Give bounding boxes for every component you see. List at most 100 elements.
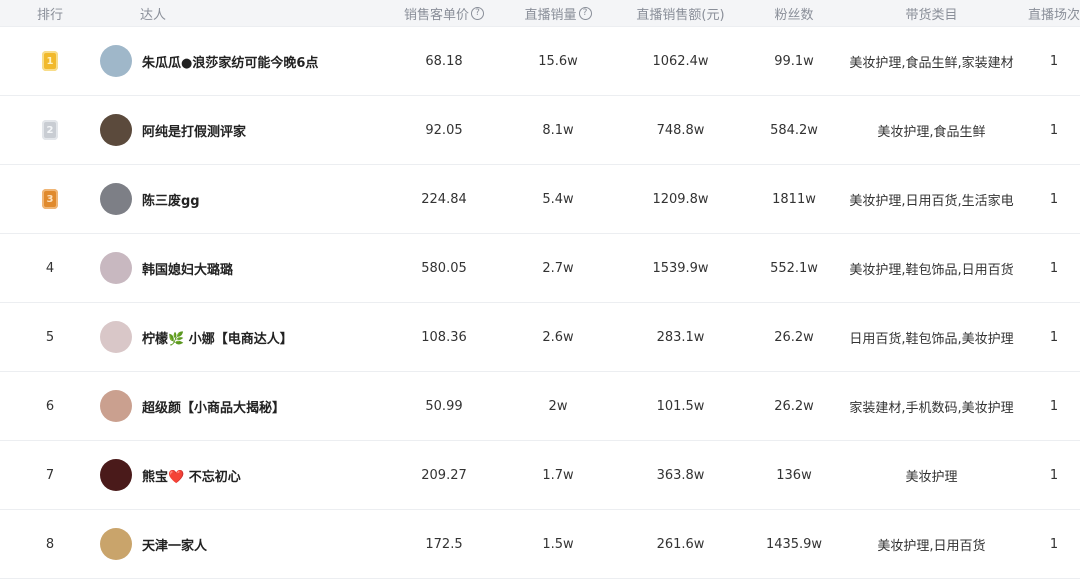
sessions-value: 1 — [1049, 398, 1059, 414]
table-row[interactable]: 1 朱瓜瓜●浪莎家纺可能今晚6点 68.18 15.6w 1062.4w 99.… — [0, 27, 1080, 96]
table-header: 排行 达人 销售客单价 ? 直播销量 ? 直播销售额(元) 粉丝数 带货类目 直… — [0, 0, 1080, 27]
rank-cell: 5 — [0, 330, 100, 345]
live-amount-value: 283.1w — [656, 329, 705, 345]
avatar[interactable] — [100, 45, 132, 77]
streamer-name[interactable]: 朱瓜瓜●浪莎家纺可能今晚6点 — [142, 52, 318, 71]
rank-number: 4 — [45, 260, 55, 276]
header-rank[interactable]: 排行 — [0, 4, 100, 23]
unit-price-value: 209.27 — [421, 467, 467, 483]
unit-price-value: 172.5 — [425, 536, 463, 552]
live-volume-value: 8.1w — [542, 122, 574, 138]
live-volume-value: 15.6w — [538, 53, 578, 69]
sessions-value: 1 — [1049, 122, 1059, 138]
header-category: 带货类目 — [905, 7, 958, 23]
fans-value: 1435.9w — [765, 536, 823, 552]
live-amount-value: 1539.9w — [652, 260, 709, 276]
streamer-name[interactable]: 天津一家人 — [142, 535, 207, 554]
streamer-name[interactable]: 柠檬🌿 小娜【电商达人】 — [142, 328, 293, 347]
table-row[interactable]: 4 韩国媳妇大璐璐 580.05 2.7w 1539.9w 552.1w 美妆护… — [0, 234, 1080, 303]
header-unit-price[interactable]: 销售客单价 ? — [380, 4, 508, 23]
rank-number: 6 — [45, 398, 55, 414]
rank-cell: 3 — [0, 189, 100, 209]
rank-cell: 2 — [0, 120, 100, 140]
streamer-cell[interactable]: 超级颜【小商品大揭秘】 — [100, 390, 380, 422]
header-live-volume[interactable]: 直播销量 ? — [508, 4, 608, 23]
category-value: 美妆护理,食品生鲜,家装建材 — [849, 55, 1014, 71]
header-live-volume-label: 直播销量 — [524, 7, 577, 23]
category-value: 美妆护理,日用百货 — [877, 538, 986, 554]
live-volume-value: 5.4w — [542, 191, 574, 207]
rank-medal-icon: 2 — [42, 120, 58, 140]
live-amount-value: 1209.8w — [652, 191, 709, 207]
avatar[interactable] — [100, 528, 132, 560]
category-value: 美妆护理,食品生鲜 — [877, 124, 986, 140]
header-streamer[interactable]: 达人 — [100, 4, 380, 23]
header-sessions[interactable]: 直播场次 — [1028, 4, 1080, 23]
rank-cell: 4 — [0, 261, 100, 276]
help-icon[interactable]: ? — [471, 6, 484, 20]
live-amount-value: 1062.4w — [652, 53, 709, 69]
table-row[interactable]: 2 阿纯是打假测评家 92.05 8.1w 748.8w 584.2w 美妆护理… — [0, 96, 1080, 165]
rank-number: 5 — [45, 329, 55, 345]
category-value: 美妆护理 — [905, 469, 958, 485]
unit-price-value: 92.05 — [425, 122, 463, 138]
streamer-cell[interactable]: 柠檬🌿 小娜【电商达人】 — [100, 321, 380, 353]
table-row[interactable]: 7 熊宝❤️ 不忘初心 209.27 1.7w 363.8w 136w 美妆护理… — [0, 441, 1080, 510]
sessions-value: 1 — [1049, 329, 1059, 345]
live-amount-value: 261.6w — [656, 536, 705, 552]
avatar[interactable] — [100, 183, 132, 215]
streamer-name[interactable]: 陈三废gg — [142, 190, 200, 209]
fans-value: 136w — [776, 467, 812, 483]
avatar[interactable] — [100, 390, 132, 422]
table-row[interactable]: 3 陈三废gg 224.84 5.4w 1209.8w 1811w 美妆护理,日… — [0, 165, 1080, 234]
live-amount-value: 101.5w — [656, 398, 705, 414]
sessions-value: 1 — [1049, 467, 1059, 483]
table-row[interactable]: 5 柠檬🌿 小娜【电商达人】 108.36 2.6w 283.1w 26.2w … — [0, 303, 1080, 372]
live-amount-value: 363.8w — [656, 467, 705, 483]
streamer-cell[interactable]: 熊宝❤️ 不忘初心 — [100, 459, 380, 491]
streamer-cell[interactable]: 阿纯是打假测评家 — [100, 114, 380, 146]
rank-cell: 8 — [0, 537, 100, 552]
streamer-name[interactable]: 韩国媳妇大璐璐 — [142, 259, 233, 278]
fans-value: 26.2w — [774, 398, 814, 414]
rank-medal-icon: 3 — [42, 189, 58, 209]
streamer-cell[interactable]: 天津一家人 — [100, 528, 380, 560]
avatar[interactable] — [100, 321, 132, 353]
fans-value: 552.1w — [770, 260, 818, 276]
table-row[interactable]: 8 天津一家人 172.5 1.5w 261.6w 1435.9w 美妆护理,日… — [0, 510, 1080, 579]
streamer-name[interactable]: 超级颜【小商品大揭秘】 — [142, 397, 285, 416]
live-volume-value: 2.7w — [542, 260, 574, 276]
category-value: 家装建材,手机数码,美妆护理 — [849, 400, 1014, 416]
table-row[interactable]: 6 超级颜【小商品大揭秘】 50.99 2w 101.5w 26.2w 家装建材… — [0, 372, 1080, 441]
category-value: 美妆护理,鞋包饰品,日用百货 — [849, 262, 1014, 278]
live-volume-value: 2w — [548, 398, 568, 414]
help-icon[interactable]: ? — [578, 6, 592, 20]
fans-value: 584.2w — [770, 122, 818, 138]
live-volume-value: 1.7w — [542, 467, 574, 483]
ranking-table: 排行 达人 销售客单价 ? 直播销量 ? 直播销售额(元) 粉丝数 带货类目 直… — [0, 0, 1080, 579]
live-volume-value: 1.5w — [542, 536, 574, 552]
streamer-cell[interactable]: 陈三废gg — [100, 183, 380, 215]
rank-cell: 7 — [0, 468, 100, 483]
sessions-value: 1 — [1049, 191, 1059, 207]
rank-cell: 6 — [0, 399, 100, 414]
fans-value: 26.2w — [774, 329, 814, 345]
streamer-name[interactable]: 阿纯是打假测评家 — [142, 121, 246, 140]
avatar[interactable] — [100, 459, 132, 491]
streamer-cell[interactable]: 韩国媳妇大璐璐 — [100, 252, 380, 284]
unit-price-value: 224.84 — [421, 191, 467, 207]
fans-value: 99.1w — [774, 53, 814, 69]
unit-price-value: 108.36 — [421, 329, 467, 345]
sessions-value: 1 — [1049, 260, 1059, 276]
category-value: 日用百货,鞋包饰品,美妆护理 — [849, 331, 1014, 347]
streamer-cell[interactable]: 朱瓜瓜●浪莎家纺可能今晚6点 — [100, 45, 380, 77]
sessions-value: 1 — [1049, 53, 1059, 69]
avatar[interactable] — [100, 114, 132, 146]
avatar[interactable] — [100, 252, 132, 284]
rank-medal-icon: 1 — [42, 51, 58, 71]
header-unit-price-label: 销售客单价 — [403, 7, 469, 23]
fans-value: 1811w — [772, 191, 816, 207]
header-fans[interactable]: 粉丝数 — [753, 4, 835, 23]
header-live-amount[interactable]: 直播销售额(元) — [608, 4, 753, 23]
streamer-name[interactable]: 熊宝❤️ 不忘初心 — [142, 466, 241, 485]
